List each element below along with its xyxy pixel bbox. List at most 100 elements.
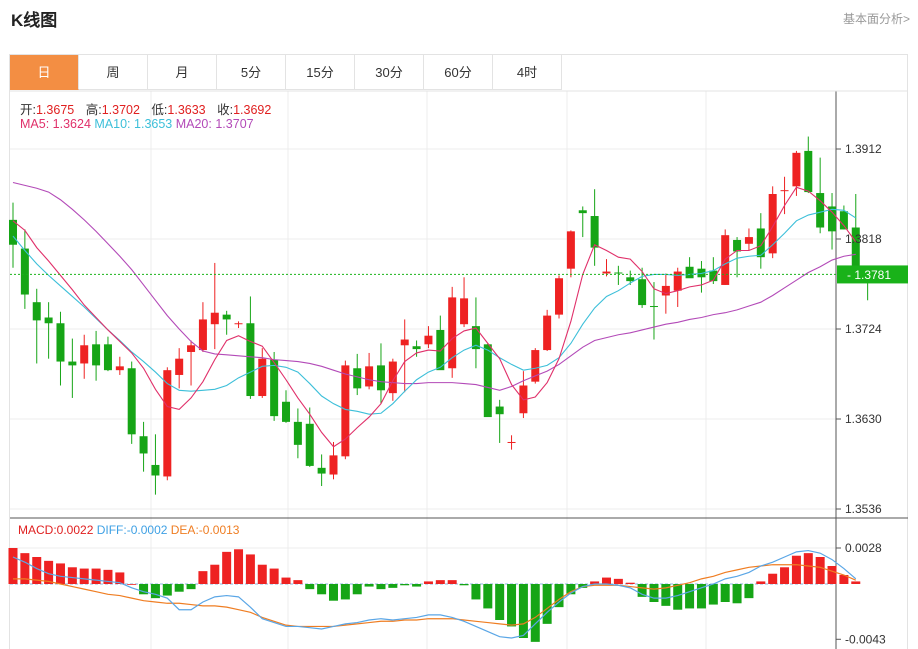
candle-body <box>412 346 421 350</box>
price-tick-label: 1.3630 <box>845 412 882 426</box>
macd-bar <box>447 580 457 584</box>
candle-body <box>353 368 362 389</box>
candle-body <box>839 211 848 230</box>
price-tick-label: 1.3818 <box>845 232 882 246</box>
macd-bar <box>210 564 220 584</box>
close-label: 收: <box>217 103 234 117</box>
macd-bar <box>483 584 493 609</box>
macd-bar <box>780 567 790 584</box>
open-value: 1.3675 <box>35 103 75 117</box>
candle-body <box>804 150 813 193</box>
macd-bar <box>613 578 623 584</box>
macd-bar <box>79 568 89 584</box>
macd-bar <box>530 584 540 642</box>
macd-bar <box>720 584 730 602</box>
price-tick-label: 1.3912 <box>845 142 882 156</box>
macd-bar <box>625 582 635 584</box>
candle-body <box>163 370 172 477</box>
candlestick-series <box>9 136 872 495</box>
macd-bar <box>542 584 552 624</box>
candle-body <box>744 237 753 244</box>
macd-bar <box>400 584 410 586</box>
candle-body <box>555 278 564 315</box>
candle-body <box>376 365 385 391</box>
macd-value: 0.0022 <box>56 523 94 537</box>
macd-tick-label: -0.0043 <box>845 632 886 646</box>
price-tick-label: 1.3536 <box>845 502 882 516</box>
candle-body <box>32 302 41 321</box>
candle-body <box>103 344 112 371</box>
candle-body <box>733 239 742 252</box>
macd-bar <box>328 584 338 601</box>
macd-bar <box>649 584 659 602</box>
low-value: 1.3633 <box>167 103 206 117</box>
candle-body <box>151 464 160 476</box>
ohlc-legend: 开:1.3675 高:1.3702 低:1.3633 收:1.3692 <box>20 99 271 118</box>
candle-body <box>578 210 587 214</box>
macd-bar <box>459 584 469 586</box>
candle-body <box>614 272 623 274</box>
candle-body <box>424 335 433 345</box>
kline-chart-canvas[interactable]: - 1.3781 1.3912 1.3818 1.3724 1.3630 1.3536 0.… <box>0 0 918 649</box>
macd-bar <box>245 554 255 584</box>
macd-bar <box>293 580 303 584</box>
candle-body <box>543 315 552 351</box>
price-tick-label: 1.3724 <box>845 322 882 336</box>
candle-body <box>92 344 101 366</box>
macd-bar <box>388 584 398 588</box>
macd-bar <box>67 567 77 584</box>
candle-body <box>293 421 302 445</box>
candle-body <box>341 365 350 457</box>
macd-bar <box>269 568 279 584</box>
diff-value: -0.0002 <box>126 523 168 537</box>
candle-body <box>602 271 611 274</box>
macd-bar <box>317 584 327 595</box>
macd-bar <box>744 584 754 599</box>
macd-bar <box>756 581 766 584</box>
moving-average-lines <box>12 181 857 448</box>
dea-label: DEA: <box>170 523 199 537</box>
macd-bar <box>55 563 65 584</box>
candle-body <box>317 467 326 474</box>
candle-body <box>329 455 338 475</box>
candle-body <box>436 329 445 371</box>
candle-body <box>685 266 694 279</box>
candle-body <box>56 323 65 362</box>
diff-label: DIFF: <box>96 523 127 537</box>
macd-bar <box>518 584 528 638</box>
candle-body <box>305 423 314 466</box>
macd-bar <box>257 564 267 584</box>
macd-bar <box>554 584 564 608</box>
macd-bar <box>127 584 137 585</box>
macd-bar <box>150 584 160 599</box>
macd-bar <box>732 584 742 604</box>
candle-body <box>780 190 789 192</box>
macd-bar <box>602 577 611 584</box>
candle-body <box>246 323 255 397</box>
high-value: 1.3702 <box>101 103 140 117</box>
candle-body <box>68 361 77 366</box>
macd-label: MACD: <box>18 523 57 537</box>
candle-body <box>388 361 397 394</box>
ma10-value: 1.3653 <box>134 117 173 131</box>
macd-bar <box>234 549 244 584</box>
macd-bar <box>364 584 374 587</box>
high-label: 高: <box>85 103 102 117</box>
low-label: 低: <box>151 103 168 117</box>
macd-bar <box>305 584 315 590</box>
macd-legend: MACD:0.0022 DIFF:-0.0002 DEA:-0.0013 <box>18 523 239 537</box>
macd-bar <box>162 584 172 596</box>
dea-value: -0.0013 <box>198 523 240 537</box>
candle-body <box>187 345 196 352</box>
macd-bar <box>186 584 196 590</box>
macd-bar <box>827 566 837 584</box>
candle-body <box>460 298 469 325</box>
candle-body <box>590 216 599 248</box>
current-price-label: - 1.3781 <box>847 268 891 282</box>
macd-bar <box>791 555 801 584</box>
candle-body <box>495 406 504 415</box>
ma20-value: 1.3707 <box>215 117 254 131</box>
ma10-label: MA10: <box>94 117 131 131</box>
macd-bar <box>685 584 695 609</box>
macd-bar <box>768 573 778 584</box>
